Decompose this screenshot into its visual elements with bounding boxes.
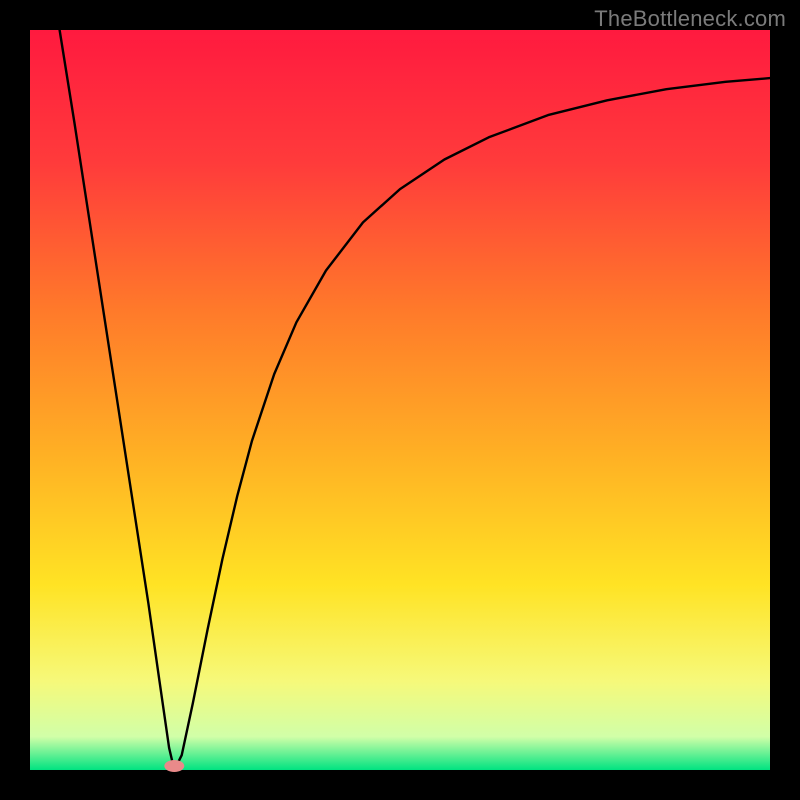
optimal-marker xyxy=(164,760,184,772)
gradient-background xyxy=(30,30,770,770)
watermark-text: TheBottleneck.com xyxy=(594,6,786,32)
bottleneck-chart xyxy=(0,0,800,800)
chart-root: { "watermark": "TheBottleneck.com", "plo… xyxy=(0,0,800,800)
